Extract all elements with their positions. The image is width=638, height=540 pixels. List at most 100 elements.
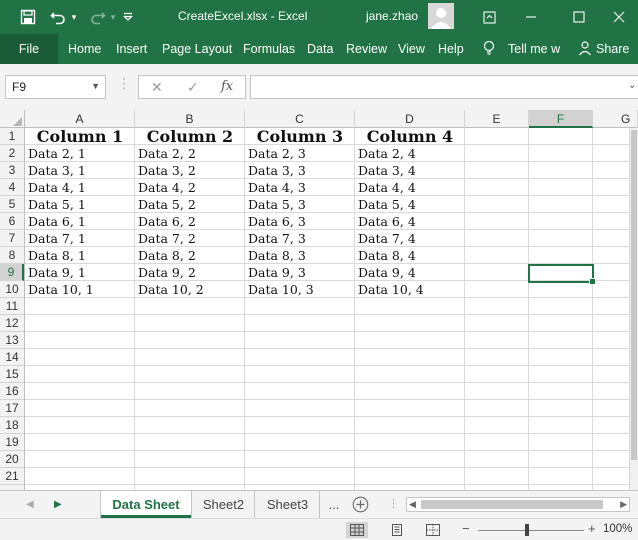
column-header-b[interactable]: B xyxy=(135,110,245,128)
row-header[interactable]: 14 xyxy=(0,349,24,366)
horizontal-scrollbar[interactable]: ◀ ▶ xyxy=(406,497,630,512)
row-header[interactable]: 1 xyxy=(0,128,24,145)
customize-toolbar-icon[interactable] xyxy=(118,0,138,34)
row-header[interactable]: 4 xyxy=(0,179,24,196)
data-cell[interactable]: Data 7, 1 xyxy=(25,230,86,247)
scrollbar-thumb[interactable] xyxy=(421,500,603,509)
data-cell[interactable]: Data 10, 4 xyxy=(355,281,424,298)
header-cell[interactable]: Column 4 xyxy=(355,128,465,145)
tab-data[interactable]: Data xyxy=(307,42,333,56)
row-header[interactable]: 17 xyxy=(0,400,24,417)
row-header[interactable]: 6 xyxy=(0,213,24,230)
lightbulb-icon[interactable] xyxy=(482,40,496,59)
data-cell[interactable]: Data 8, 2 xyxy=(135,247,196,264)
data-cell[interactable]: Data 2, 4 xyxy=(355,145,416,162)
data-cell[interactable]: Data 5, 1 xyxy=(25,196,86,213)
data-cell[interactable]: Data 10, 1 xyxy=(25,281,94,298)
data-cell[interactable]: Data 9, 3 xyxy=(245,264,306,281)
undo-icon[interactable] xyxy=(46,0,70,34)
tab-page-layout[interactable]: Page Layout xyxy=(162,42,232,56)
row-header[interactable]: 7 xyxy=(0,230,24,247)
data-cell[interactable]: Data 10, 2 xyxy=(135,281,204,298)
data-cell[interactable]: Data 9, 2 xyxy=(135,264,196,281)
next-sheet-icon[interactable]: ▶ xyxy=(54,499,62,510)
sheet-tab-sheet3[interactable]: Sheet3 xyxy=(256,491,320,518)
cancel-entry-icon[interactable]: ✕ xyxy=(151,79,163,96)
ribbon-display-options-icon[interactable] xyxy=(466,0,512,34)
row-header[interactable]: 13 xyxy=(0,332,24,349)
minimize-icon[interactable] xyxy=(508,0,554,34)
select-all-button[interactable] xyxy=(0,110,25,128)
data-cell[interactable]: Data 3, 3 xyxy=(245,162,306,179)
enter-entry-icon[interactable]: ✓ xyxy=(187,79,199,96)
data-cell[interactable]: Data 5, 2 xyxy=(135,196,196,213)
data-cell[interactable]: Data 6, 3 xyxy=(245,213,306,230)
data-cell[interactable]: Data 3, 4 xyxy=(355,162,416,179)
row-header[interactable]: 20 xyxy=(0,451,24,468)
zoom-level[interactable]: 100% xyxy=(603,523,632,535)
formula-input[interactable] xyxy=(250,75,638,99)
row-header[interactable]: 8 xyxy=(0,247,24,264)
redo-icon[interactable] xyxy=(86,0,110,34)
data-cell[interactable]: Data 5, 3 xyxy=(245,196,306,213)
tab-review[interactable]: Review xyxy=(346,42,387,56)
data-cell[interactable]: Data 9, 4 xyxy=(355,264,416,281)
row-header[interactable]: 16 xyxy=(0,383,24,400)
column-header-a[interactable]: A xyxy=(25,110,135,128)
row-header[interactable]: 15 xyxy=(0,366,24,383)
data-cell[interactable]: Data 8, 1 xyxy=(25,247,86,264)
active-cell-f9[interactable] xyxy=(528,264,596,285)
data-cell[interactable]: Data 8, 4 xyxy=(355,247,416,264)
data-cell[interactable]: Data 8, 3 xyxy=(245,247,306,264)
zoom-slider-thumb[interactable] xyxy=(525,524,529,536)
chevron-down-icon[interactable]: ▼ xyxy=(91,81,100,91)
column-header-d[interactable]: D xyxy=(355,110,465,128)
data-cell[interactable]: Data 4, 3 xyxy=(245,179,306,196)
scrollbar-thumb[interactable] xyxy=(631,130,637,460)
sheet-tab-sheet2[interactable]: Sheet2 xyxy=(193,491,255,518)
row-header[interactable]: 5 xyxy=(0,196,24,213)
sheet-tab-data-sheet[interactable]: Data Sheet xyxy=(101,491,191,518)
undo-dropdown-icon[interactable]: ▾ xyxy=(68,0,80,34)
data-cell[interactable]: Data 7, 4 xyxy=(355,230,416,247)
header-cell[interactable]: Column 2 xyxy=(135,128,245,145)
data-cell[interactable]: Data 6, 1 xyxy=(25,213,86,230)
expand-formula-bar-icon[interactable]: ⌄ xyxy=(628,80,636,91)
column-header-e[interactable]: E xyxy=(465,110,529,128)
column-header-f[interactable]: F xyxy=(529,110,593,128)
header-cell[interactable]: Column 3 xyxy=(245,128,355,145)
zoom-out-icon[interactable]: − xyxy=(462,521,470,536)
data-cell[interactable]: Data 2, 3 xyxy=(245,145,306,162)
row-header[interactable]: 21 xyxy=(0,468,24,485)
maximize-icon[interactable] xyxy=(556,0,602,34)
page-break-preview-icon[interactable] xyxy=(422,522,444,538)
tab-insert[interactable]: Insert xyxy=(116,42,147,56)
account-name[interactable]: jane.zhao xyxy=(366,9,418,23)
row-header[interactable]: 3 xyxy=(0,162,24,179)
tell-me-search[interactable]: Tell me w xyxy=(508,42,560,56)
vertical-scrollbar[interactable] xyxy=(629,128,638,490)
header-cell[interactable]: Column 1 xyxy=(25,128,135,145)
name-box[interactable]: F9 ▼ xyxy=(5,75,106,99)
tab-view[interactable]: View xyxy=(398,42,425,56)
zoom-slider[interactable] xyxy=(478,530,584,531)
row-header[interactable]: 11 xyxy=(0,298,24,315)
insert-function-button[interactable]: fx xyxy=(221,79,233,94)
formula-bar-grip-icon[interactable]: ⋮ xyxy=(117,76,131,90)
save-icon[interactable] xyxy=(14,0,42,34)
new-sheet-icon[interactable] xyxy=(352,496,369,516)
redo-dropdown-icon[interactable]: ▾ xyxy=(108,0,118,34)
data-cell[interactable]: Data 4, 4 xyxy=(355,179,416,196)
normal-view-icon[interactable] xyxy=(346,522,368,538)
row-header[interactable]: 2 xyxy=(0,145,24,162)
tab-split-grip-icon[interactable]: ⋮ xyxy=(388,498,399,510)
column-header-c[interactable]: C xyxy=(245,110,355,128)
share-icon[interactable] xyxy=(578,40,592,59)
tab-help[interactable]: Help xyxy=(438,42,464,56)
data-cell[interactable]: Data 7, 2 xyxy=(135,230,196,247)
column-header-g[interactable]: G xyxy=(593,110,638,128)
previous-sheet-icon[interactable]: ◀ xyxy=(26,499,34,510)
data-cell[interactable]: Data 5, 4 xyxy=(355,196,416,213)
data-cell[interactable]: Data 10, 3 xyxy=(245,281,314,298)
tab-file[interactable]: File xyxy=(0,34,58,64)
